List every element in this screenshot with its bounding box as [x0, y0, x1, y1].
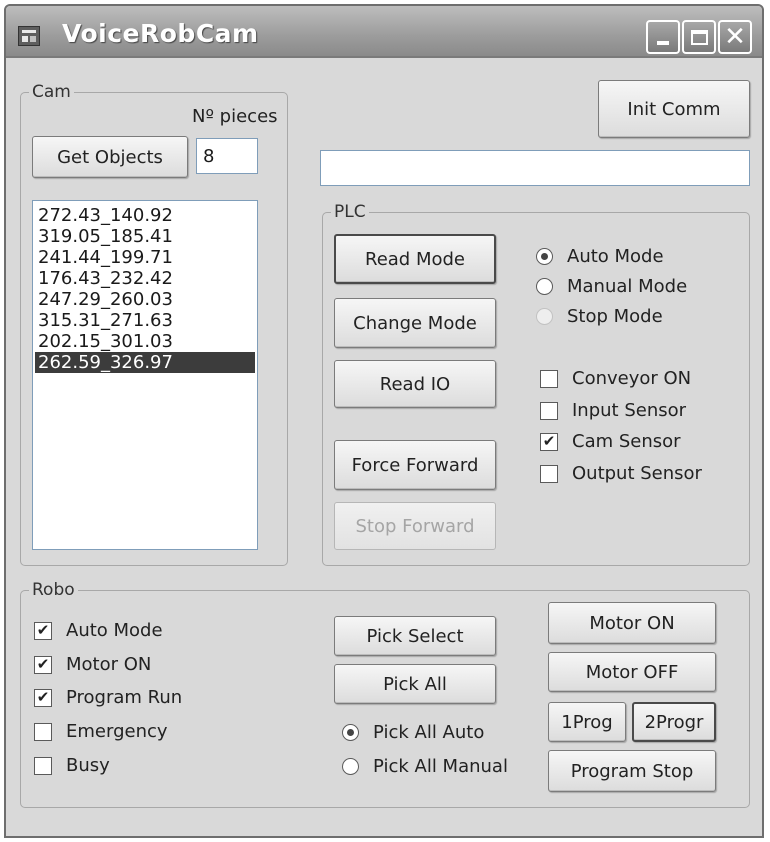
robo-motor-on-checkbox[interactable]: ✔ Motor ON	[34, 654, 151, 675]
cam-sensor-label: Cam Sensor	[572, 431, 681, 452]
pick-all-auto-label: Pick All Auto	[373, 722, 485, 743]
checkbox[interactable]	[34, 756, 52, 775]
change-mode-button[interactable]: Change Mode	[334, 298, 496, 348]
cam-sensor-checkbox[interactable]: ✔ Cam Sensor	[540, 431, 681, 452]
title-bar[interactable]: VoiceRobCam ✕	[6, 6, 762, 58]
radio-button[interactable]	[342, 758, 359, 775]
plc-mode-manual-label: Manual Mode	[567, 276, 688, 297]
list-item[interactable]: 262.59_326.97	[35, 352, 255, 373]
robo-motor-on-label: Motor ON	[66, 654, 152, 675]
robo-program-run-checkbox[interactable]: ✔ Program Run	[34, 687, 182, 708]
read-mode-button[interactable]: Read Mode	[334, 234, 496, 284]
radio-button[interactable]	[536, 248, 553, 265]
list-item[interactable]: 247.29_260.03	[35, 289, 255, 310]
motor-on-button[interactable]: Motor ON	[548, 602, 716, 644]
checkbox[interactable]: ✔	[34, 621, 52, 640]
force-forward-button[interactable]: Force Forward	[334, 440, 496, 490]
pieces-label: Nº pieces	[192, 106, 278, 127]
conveyor-on-label: Conveyor ON	[572, 368, 692, 389]
program-stop-button[interactable]: Program Stop	[548, 750, 716, 792]
close-button[interactable]: ✕	[718, 20, 752, 54]
stop-forward-button: Stop Forward	[334, 502, 496, 550]
checkbox[interactable]	[34, 722, 52, 741]
objects-list[interactable]: 272.43_140.92 319.05_185.41 241.44_199.71 1…	[32, 200, 258, 550]
plc-mode-radio-manual[interactable]: Manual Mode	[536, 276, 687, 297]
app-icon[interactable]	[18, 26, 40, 46]
checkbox[interactable]: ✔	[34, 688, 52, 707]
motor-off-button[interactable]: Motor OFF	[548, 652, 716, 692]
list-item[interactable]: 176.43_232.42	[35, 268, 255, 289]
program-2-button[interactable]: 2Progr	[632, 702, 716, 742]
robo-emergency-checkbox[interactable]: Emergency	[34, 721, 168, 742]
robo-emergency-label: Emergency	[66, 721, 168, 742]
input-sensor-label: Input Sensor	[572, 400, 687, 421]
robo-busy-checkbox[interactable]: Busy	[34, 755, 110, 776]
robo-program-run-label: Program Run	[66, 687, 183, 708]
checkbox[interactable]: ✔	[540, 432, 558, 451]
checkbox[interactable]	[540, 464, 558, 483]
cam-group-label: Cam	[29, 82, 74, 102]
input-sensor-checkbox[interactable]: Input Sensor	[540, 400, 686, 421]
pieces-count-field[interactable]: 8	[196, 138, 258, 174]
robo-auto-mode-checkbox[interactable]: ✔ Auto Mode	[34, 620, 163, 641]
radio-button[interactable]	[536, 278, 553, 295]
conveyor-on-checkbox[interactable]: Conveyor ON	[540, 368, 691, 389]
get-objects-button[interactable]: Get Objects	[32, 136, 188, 178]
comm-status-field[interactable]	[320, 150, 750, 186]
checkbox[interactable]	[540, 369, 558, 388]
maximize-icon	[690, 29, 708, 45]
minimize-icon	[657, 41, 669, 45]
pick-select-button[interactable]: Pick Select	[334, 616, 496, 656]
checkbox[interactable]: ✔	[34, 655, 52, 674]
pick-all-auto-radio[interactable]: Pick All Auto	[342, 722, 484, 743]
maximize-button[interactable]	[682, 20, 716, 54]
robo-busy-label: Busy	[66, 755, 110, 776]
close-icon: ✕	[724, 22, 746, 52]
robo-group-label: Robo	[29, 580, 78, 600]
radio-button	[536, 308, 553, 325]
list-item[interactable]: 315.31_271.63	[35, 310, 255, 331]
list-item[interactable]: 319.05_185.41	[35, 226, 255, 247]
output-sensor-checkbox[interactable]: Output Sensor	[540, 463, 702, 484]
pick-all-button[interactable]: Pick All	[334, 664, 496, 704]
plc-mode-stop-label: Stop Mode	[567, 306, 663, 327]
pick-all-manual-label: Pick All Manual	[373, 756, 508, 777]
pick-all-manual-radio[interactable]: Pick All Manual	[342, 756, 508, 777]
init-comm-button[interactable]: Init Comm	[598, 80, 750, 138]
checkmark-icon: ✔	[36, 621, 50, 639]
output-sensor-label: Output Sensor	[572, 463, 702, 484]
list-item[interactable]: 241.44_199.71	[35, 247, 255, 268]
list-item[interactable]: 272.43_140.92	[35, 205, 255, 226]
window-title: VoiceRobCam	[62, 19, 259, 48]
checkmark-icon: ✔	[542, 432, 556, 450]
robo-auto-mode-label: Auto Mode	[66, 620, 163, 641]
checkbox[interactable]	[540, 401, 558, 420]
minimize-button[interactable]	[646, 20, 680, 54]
plc-group-label: PLC	[331, 202, 369, 222]
plc-mode-auto-label: Auto Mode	[567, 246, 664, 267]
read-io-button[interactable]: Read IO	[334, 360, 496, 408]
program-1-button[interactable]: 1Prog	[548, 702, 626, 742]
checkmark-icon: ✔	[36, 655, 50, 673]
app-window: VoiceRobCam ✕ Cam Nº pieces Get Objects …	[4, 4, 764, 838]
plc-mode-radio-stop: Stop Mode	[536, 306, 663, 327]
checkmark-icon: ✔	[36, 688, 50, 706]
radio-button[interactable]	[342, 724, 359, 741]
list-item[interactable]: 202.15_301.03	[35, 331, 255, 352]
plc-mode-radio-auto[interactable]: Auto Mode	[536, 246, 664, 267]
